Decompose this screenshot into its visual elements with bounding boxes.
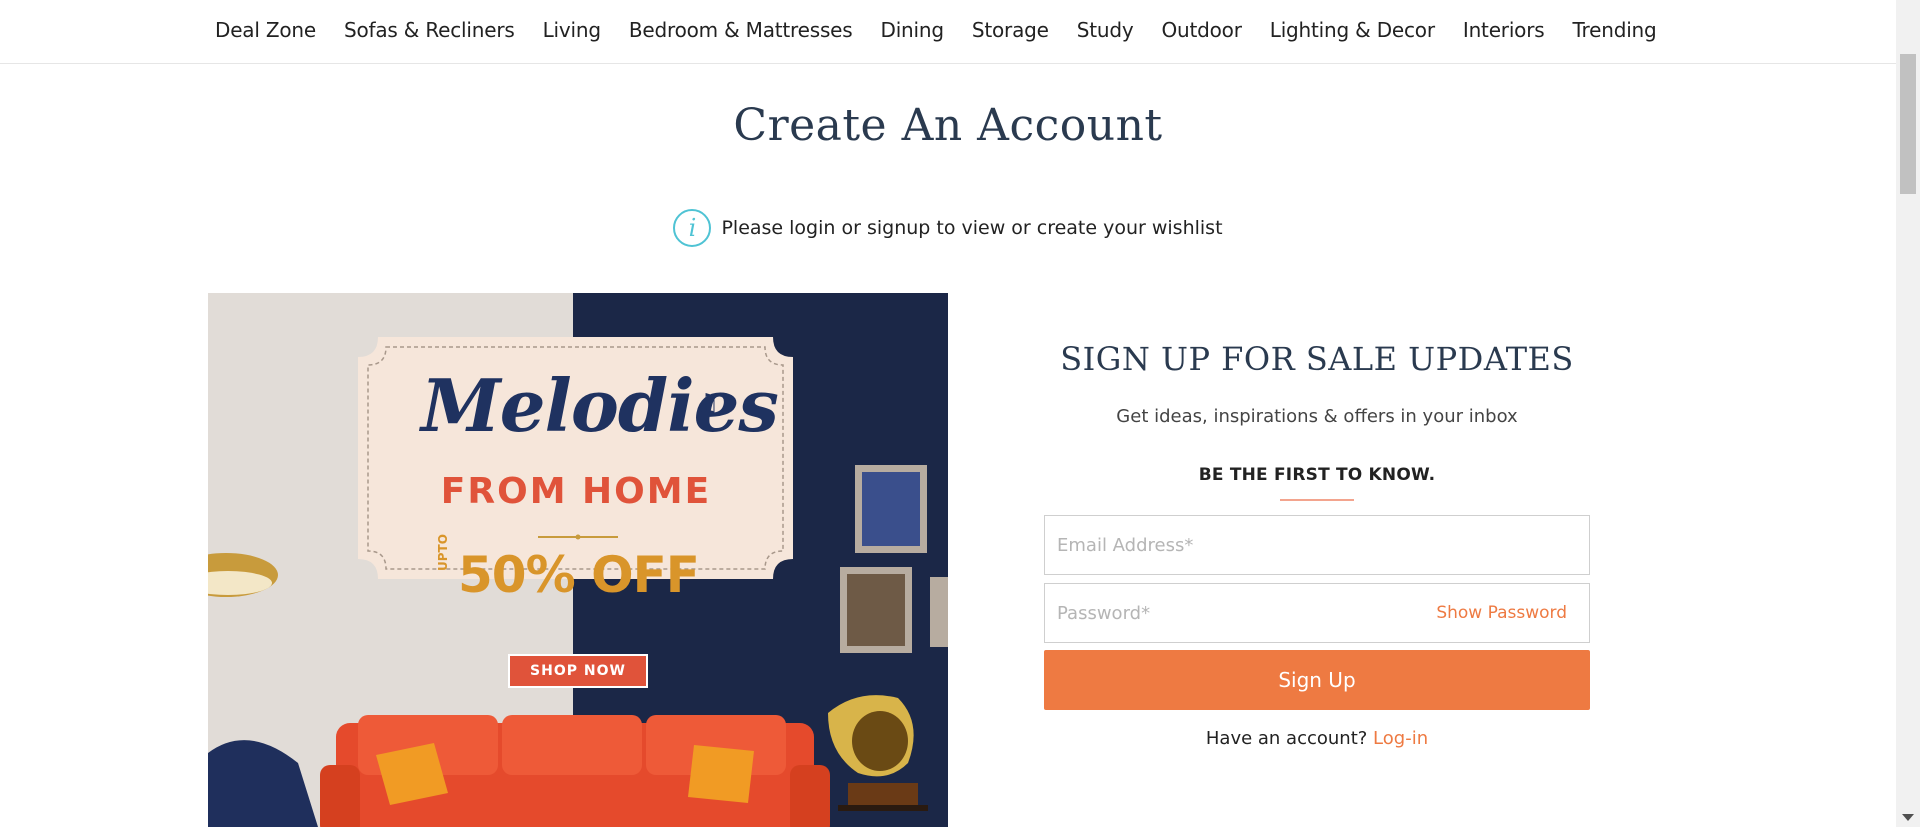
banner-upto: UPTO <box>436 534 450 571</box>
shop-now-button[interactable]: SHOP NOW <box>508 654 648 688</box>
scrollbar-thumb[interactable] <box>1900 54 1916 194</box>
signup-title: SIGN UP FOR SALE UPDATES <box>1060 340 1574 378</box>
show-password-link[interactable]: Show Password <box>1436 603 1567 623</box>
sign-up-button[interactable]: Sign Up <box>1044 650 1590 710</box>
nav-item-dining[interactable]: Dining <box>881 18 945 42</box>
wishlist-notice: i Please login or signup to view or crea… <box>0 209 1896 247</box>
vertical-scrollbar[interactable] <box>1896 0 1920 827</box>
scroll-down-arrow-icon[interactable] <box>1902 814 1914 821</box>
signup-form: SIGN UP FOR SALE UPDATES Get ideas, insp… <box>1044 340 1590 749</box>
banner-offer: 50% OFF <box>458 546 700 604</box>
kicker-divider <box>1280 499 1354 501</box>
signup-kicker: BE THE FIRST TO KNOW. <box>1198 465 1436 485</box>
nav-item-outdoor[interactable]: Outdoor <box>1161 18 1241 42</box>
top-navigation: Deal Zone Sofas & Recliners Living Bedro… <box>0 0 1896 64</box>
promo-banner[interactable]: Melodies ♫ FROM HOME UPTO 50% OFF SHOP N… <box>208 293 948 827</box>
nav-item-lighting-decor[interactable]: Lighting & Decor <box>1270 18 1435 42</box>
wishlist-notice-text: Please login or signup to view or create… <box>721 217 1223 239</box>
nav-item-sofas-recliners[interactable]: Sofas & Recliners <box>344 18 515 42</box>
nav-item-interiors[interactable]: Interiors <box>1463 18 1545 42</box>
login-prompt: Have an account? Log-in <box>1044 728 1590 749</box>
nav-item-study[interactable]: Study <box>1077 18 1134 42</box>
nav-item-bedroom-mattresses[interactable]: Bedroom & Mattresses <box>629 18 853 42</box>
nav-item-living[interactable]: Living <box>543 18 601 42</box>
music-note-icon: ♫ <box>696 389 720 419</box>
banner-subtitle: FROM HOME <box>440 471 712 512</box>
sofa-icon <box>320 715 830 827</box>
login-prompt-text: Have an account? <box>1205 728 1368 749</box>
nav-item-storage[interactable]: Storage <box>972 18 1049 42</box>
page-title: Create An Account <box>733 100 1163 151</box>
email-field-wrapper <box>1044 515 1590 575</box>
signup-subtitle: Get ideas, inspirations & offers in your… <box>1116 406 1518 427</box>
password-field-wrapper: Show Password <box>1044 583 1590 643</box>
login-link[interactable]: Log-in <box>1373 728 1428 749</box>
email-field[interactable] <box>1045 516 1589 574</box>
nav-item-trending[interactable]: Trending <box>1572 18 1656 42</box>
banner-script-title: Melodies <box>421 363 779 448</box>
info-icon: i <box>673 209 712 247</box>
nav-item-deal-zone[interactable]: Deal Zone <box>215 18 316 42</box>
nav-list: Deal Zone Sofas & Recliners Living Bedro… <box>215 0 1657 60</box>
